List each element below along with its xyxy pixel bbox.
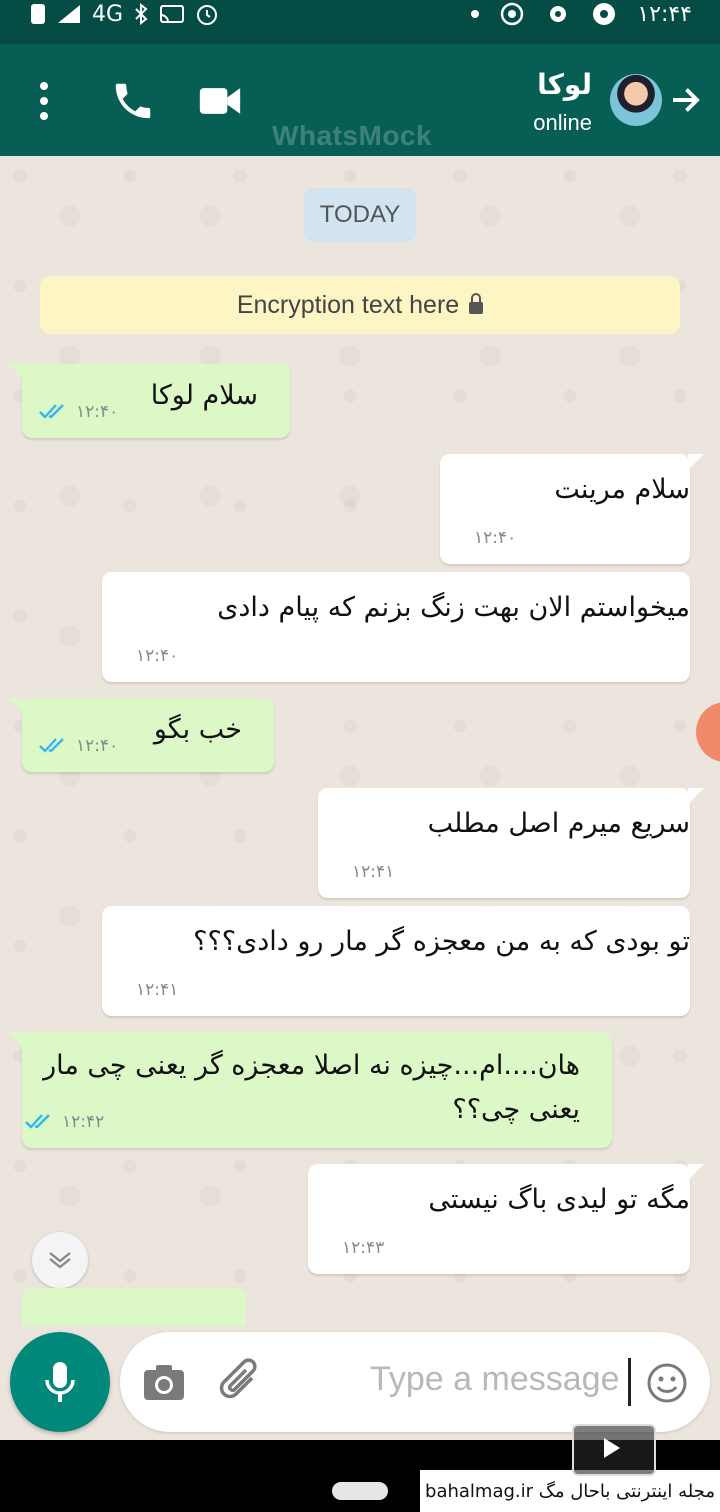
contact-name[interactable]: لوکا <box>537 68 592 101</box>
mic-button[interactable] <box>10 1332 110 1432</box>
status-bar: 4G ۱۲:۴۴ <box>0 0 720 44</box>
message-incoming[interactable]: سریع میرم اصل مطلب ۱۲:۴۱ <box>318 788 704 898</box>
home-gesture-pill[interactable] <box>332 1482 388 1500</box>
message-time: ۱۲:۴۰ <box>474 528 517 548</box>
paperclip-icon[interactable] <box>218 1358 264 1406</box>
message-text: تو بودی که به من معجزه گر مار رو دادی؟؟؟ <box>193 926 690 957</box>
message-text: سریع میرم اصل مطلب <box>427 808 690 839</box>
double-check-icon <box>39 738 64 753</box>
signal-icon <box>58 5 80 23</box>
play-icon <box>604 1438 620 1458</box>
phone-icon[interactable] <box>110 78 156 124</box>
double-check-icon <box>25 1114 50 1129</box>
whatsapp-icon <box>501 2 524 26</box>
message-text-line1: هان....ام...چیزه نه اصلا معجزه گر یعنی چ… <box>43 1050 580 1081</box>
message-incoming[interactable]: سلام مرینت ۱۲:۴۰ <box>440 454 704 564</box>
message-text-line2: یعنی چی؟؟ <box>452 1094 580 1125</box>
back-arrow-icon[interactable] <box>666 82 704 118</box>
message-incoming[interactable]: میخواستم الان بهت زنگ بزنم که پیام دادی … <box>102 572 690 682</box>
menu-icon[interactable] <box>30 78 58 122</box>
mic-icon <box>45 1362 75 1402</box>
encryption-text: Encryption text here <box>236 290 460 319</box>
message-text: سلام مرینت <box>554 474 690 505</box>
message-time: ۱۲:۴۱ <box>352 862 395 882</box>
sim-icon <box>31 4 45 24</box>
video-play-icon[interactable] <box>572 1424 656 1476</box>
message-input[interactable]: Type a message <box>370 1360 619 1399</box>
settings-gear-icon <box>550 6 567 22</box>
encryption-notice[interactable]: Encryption text here <box>40 276 680 334</box>
chrome-icon <box>593 3 616 25</box>
message-incoming[interactable]: تو بودی که به من معجزه گر مار رو دادی؟؟؟… <box>102 906 690 1016</box>
watermark: WhatsMock <box>272 120 433 151</box>
network-label: 4G <box>92 1 124 27</box>
date-chip: TODAY <box>304 188 416 242</box>
chat-area[interactable]: TODAY Encryption text here سلام لوکا ۱۲:… <box>0 156 720 1326</box>
contact-status: online <box>533 110 592 135</box>
message-time: ۱۲:۴۰ <box>76 402 119 422</box>
message-outgoing[interactable]: سلام لوکا ۱۲:۴۰ <box>8 364 290 438</box>
bluetooth-icon <box>135 3 148 25</box>
message-outgoing[interactable]: هان....ام...چیزه نه اصلا معجزه گر یعنی چ… <box>8 1032 612 1148</box>
message-time: ۱۲:۴۰ <box>136 646 179 666</box>
status-right: ۱۲:۴۴ <box>471 0 692 28</box>
text-cursor <box>628 1358 631 1406</box>
message-incoming[interactable]: مگه تو لیدی باگ نیستی ۱۲:۴۳ <box>308 1164 704 1274</box>
message-text: خب بگو <box>153 714 242 745</box>
emoji-icon[interactable] <box>646 1362 688 1404</box>
message-time: ۱۲:۴۰ <box>76 736 119 756</box>
lock-icon <box>469 293 484 314</box>
alarm-icon <box>197 5 218 25</box>
video-icon[interactable] <box>198 84 242 118</box>
message-time: ۱۲:۴۲ <box>62 1112 105 1132</box>
message-input-bar[interactable]: Type a message <box>120 1332 710 1432</box>
avatar[interactable] <box>610 74 662 126</box>
message-outgoing[interactable]: خب بگو ۱۲:۴۰ <box>8 698 274 772</box>
cast-icon <box>160 5 185 23</box>
double-check-icon <box>39 404 64 419</box>
scroll-down-button[interactable] <box>32 1232 88 1288</box>
message-outgoing-partial[interactable] <box>22 1288 246 1326</box>
chat-header: WhatsMock لوکا online <box>0 44 720 156</box>
message-text: میخواستم الان بهت زنگ بزنم که پیام دادی <box>217 592 690 623</box>
camera-icon[interactable] <box>142 1362 186 1402</box>
floating-bubble-icon[interactable] <box>696 702 720 762</box>
status-left: 4G <box>30 0 219 28</box>
message-text: مگه تو لیدی باگ نیستی <box>428 1184 690 1215</box>
site-credit: مجله اینترنتی باحال مگ bahalmag.ir <box>420 1470 720 1512</box>
notification-dot-icon <box>471 10 480 18</box>
message-time: ۱۲:۴۱ <box>136 980 179 1000</box>
chevron-down-icon <box>49 1252 71 1269</box>
message-time: ۱۲:۴۳ <box>342 1238 385 1258</box>
message-text: سلام لوکا <box>150 380 258 411</box>
clock-time: ۱۲:۴۴ <box>637 1 692 27</box>
